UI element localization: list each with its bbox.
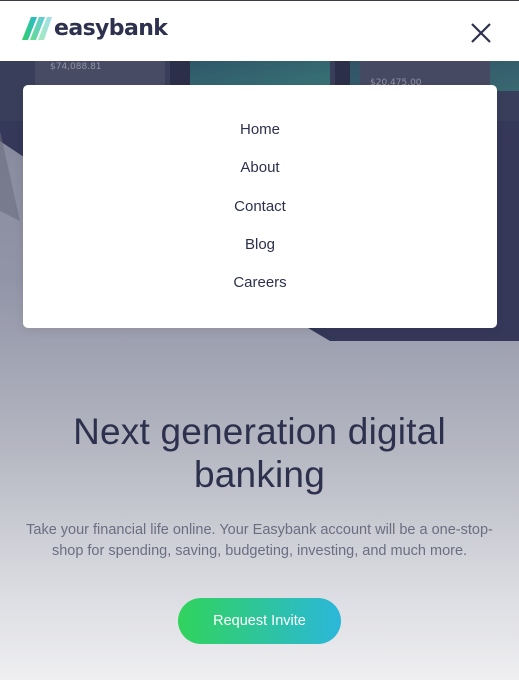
- nav-item-careers[interactable]: Careers: [23, 273, 497, 293]
- request-invite-button[interactable]: Request Invite: [178, 598, 341, 644]
- site-header: easybank: [0, 1, 519, 61]
- hero-title: Next generation digital banking: [73, 411, 446, 495]
- nav-item-home[interactable]: Home: [23, 120, 497, 140]
- hero-description: Take your financial life online. Your Ea…: [26, 522, 493, 559]
- window-top-border: [0, 0, 519, 1]
- mockup-balance-left: $74,088.81: [50, 62, 102, 72]
- close-menu-button[interactable]: [467, 19, 495, 47]
- brand-name: easybank: [54, 16, 168, 41]
- close-icon: [471, 23, 491, 43]
- easybank-logo-icon: [22, 17, 52, 40]
- nav-item-contact[interactable]: Contact: [23, 197, 497, 217]
- brand-logo[interactable]: easybank: [22, 16, 168, 41]
- mobile-nav-menu: Home About Contact Blog Careers: [23, 85, 497, 328]
- nav-item-about[interactable]: About: [23, 158, 497, 178]
- nav-item-blog[interactable]: Blog: [23, 235, 497, 255]
